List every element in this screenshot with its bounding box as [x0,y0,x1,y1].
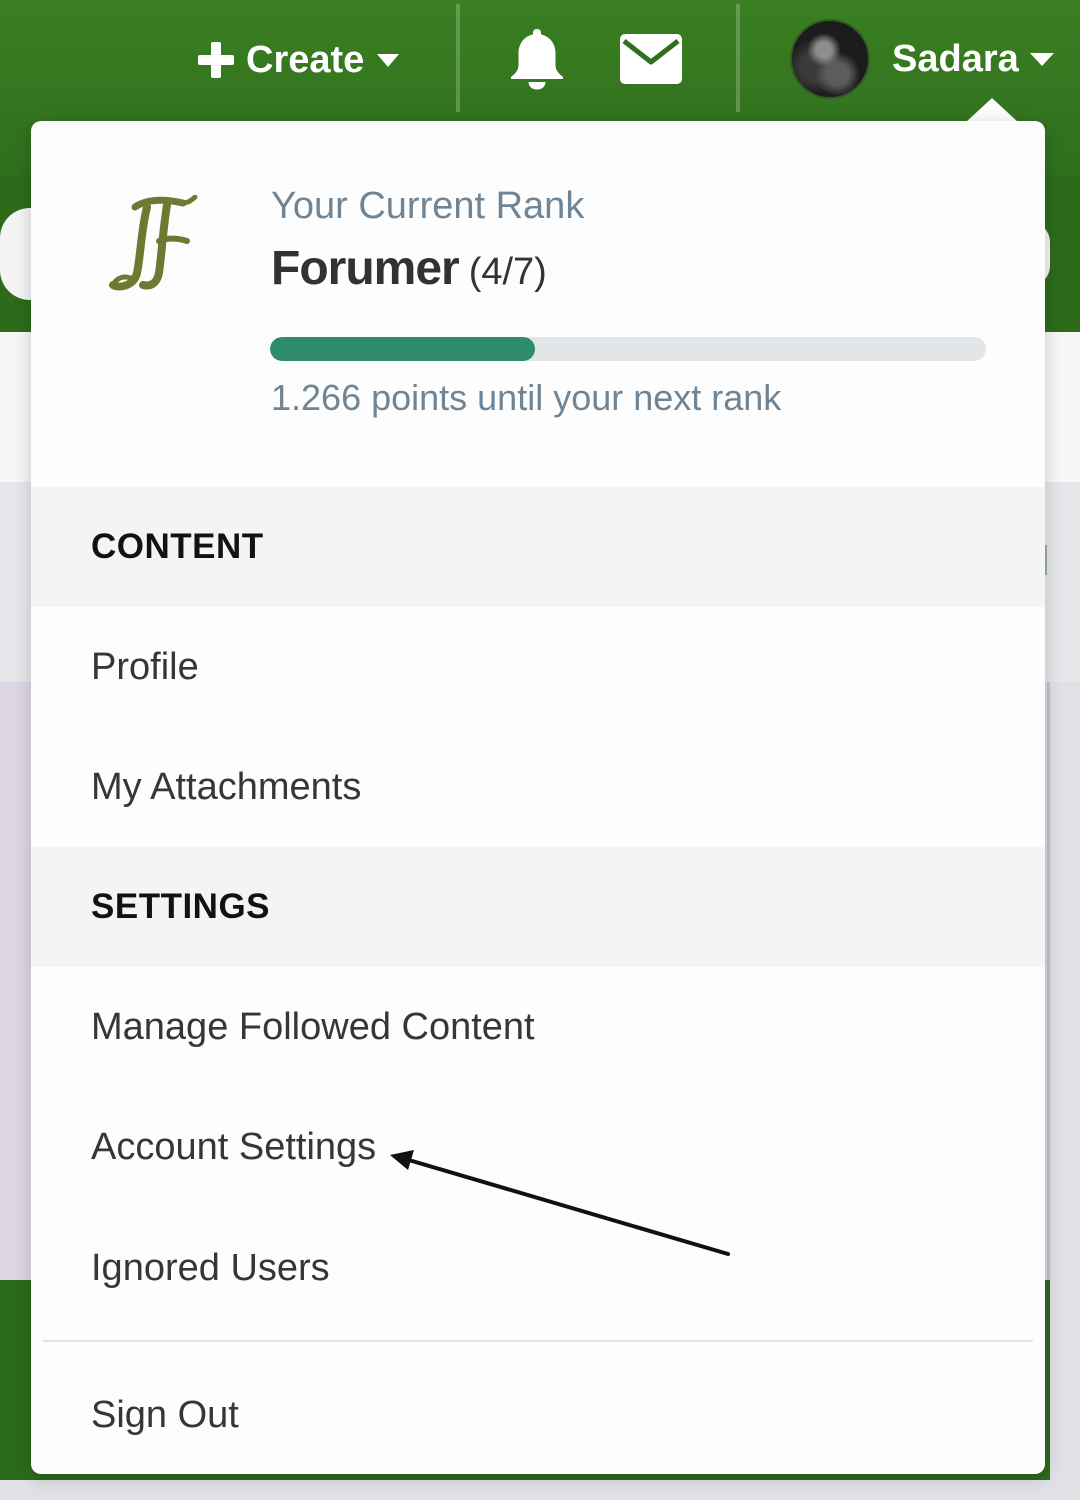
chevron-down-icon [377,54,400,67]
rank-badge-icon [109,195,198,291]
nav-divider [456,4,460,112]
menu-item-manage-followed-content[interactable]: Manage Followed Content [31,967,1045,1087]
user-menu-button[interactable]: Sadara [790,18,1055,100]
user-name: Sadara [892,37,1019,80]
menu-divider [43,1340,1033,1342]
menu-item-ignored-users[interactable]: Ignored Users [31,1208,1045,1328]
rank-progress-bar [270,337,986,361]
bell-icon[interactable] [506,26,568,90]
nav-divider [736,4,740,112]
create-label: Create [246,38,365,81]
section-header-content: CONTENT [31,487,1045,607]
chevron-down-icon [1029,53,1054,66]
rank-level: (4/7) [468,251,547,293]
create-menu-button[interactable]: Create [198,30,400,90]
rank-name: Forumer [271,242,460,295]
envelope-icon[interactable] [620,34,682,84]
next-rank-note: 1.266 points until your next rank [271,377,782,418]
rank-title: Forumer (4/7) [271,241,547,296]
section-header-settings: SETTINGS [31,847,1045,967]
menu-item-sign-out[interactable]: Sign Out [31,1355,1045,1475]
dropdown-pointer [966,98,1018,122]
avatar [790,19,870,99]
rank-label: Your Current Rank [271,185,585,227]
menu-item-profile[interactable]: Profile [31,607,1045,727]
menu-item-my-attachments[interactable]: My Attachments [31,727,1045,847]
menu-item-account-settings[interactable]: Account Settings [31,1087,1045,1207]
rank-progress-fill [270,337,535,361]
plus-icon [198,42,234,78]
user-dropdown-menu: Your Current Rank Forumer (4/7) 1.266 poi… [31,121,1045,1474]
